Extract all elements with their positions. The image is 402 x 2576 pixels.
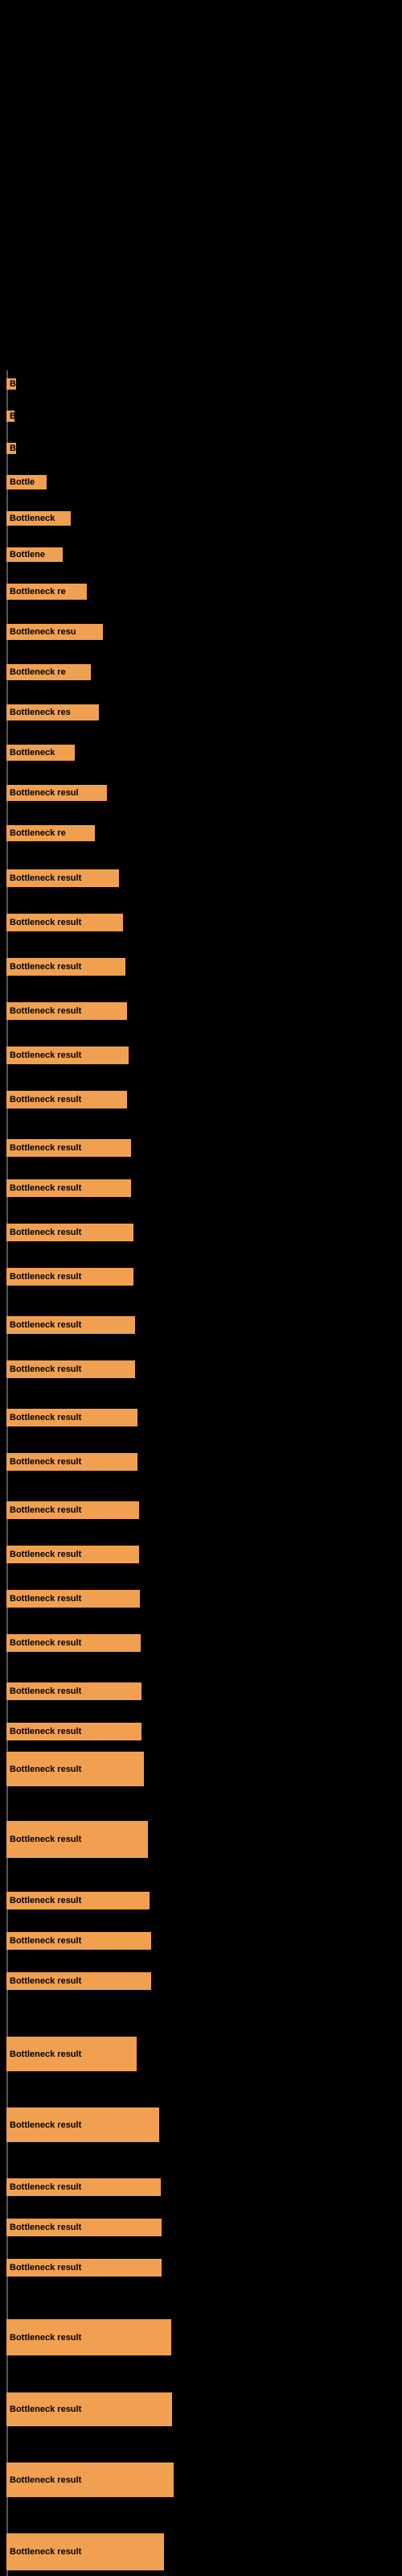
- bottleneck-result-bar: Bottleneck result: [6, 1932, 151, 1950]
- bottleneck-result-bar: Bottleneck result: [6, 1546, 139, 1563]
- bottleneck-result-bar: Bottlene: [6, 547, 63, 562]
- bottleneck-result-bar: Bottleneck result: [6, 1501, 139, 1519]
- bottleneck-result-bar: Bottleneck result: [6, 1972, 151, 1990]
- bottleneck-result-bar: Bottleneck res: [6, 704, 99, 720]
- bottleneck-result-bar: Bottleneck result: [6, 1409, 137, 1426]
- bottleneck-result-bar: Bottleneck result: [6, 1360, 135, 1378]
- bottleneck-result-bar: Bottleneck result: [6, 2392, 172, 2426]
- bottleneck-result-bar: Bottleneck re: [6, 584, 87, 600]
- bottleneck-result-bar: Bottleneck resu: [6, 624, 103, 640]
- bottleneck-result-bar: Bottleneck result: [6, 2259, 162, 2277]
- bottleneck-result-bar: Bottleneck result: [6, 958, 125, 976]
- bottleneck-result-bar: Bottleneck result: [6, 2533, 164, 2570]
- bottleneck-result-bar: B: [6, 411, 14, 422]
- bottleneck-result-bar: Bottleneck result: [6, 1892, 150, 1909]
- bottleneck-result-bar: Bottleneck re: [6, 664, 91, 680]
- bottleneck-result-bar: Bottleneck result: [6, 2178, 161, 2196]
- bottleneck-result-bar: Bottleneck result: [6, 1268, 133, 1286]
- bottleneck-result-bar: Bottleneck result: [6, 1821, 148, 1858]
- bottleneck-result-bar: Bottleneck result: [6, 1634, 141, 1652]
- bottleneck-result-bar: Bottleneck result: [6, 1002, 127, 1020]
- bottleneck-result-bar: Bottleneck result: [6, 2107, 159, 2142]
- bottleneck-result-bar: Bottleneck: [6, 511, 71, 526]
- bottleneck-result-bar: Bottleneck result: [6, 1682, 142, 1700]
- bottleneck-result-bar: B: [6, 378, 16, 390]
- vertical-axis-line: [6, 370, 8, 2576]
- bottleneck-result-bar: Bottleneck result: [6, 2037, 137, 2071]
- site-title: [0, 6, 402, 19]
- bottleneck-result-bar: Bottleneck result: [6, 1316, 135, 1334]
- bottleneck-result-bar: Bottleneck result: [6, 1590, 140, 1608]
- bottleneck-result-bar: Bottleneck result: [6, 1046, 129, 1064]
- bottleneck-result-bar: Bottle: [6, 475, 47, 489]
- bottleneck-result-bar: Bottleneck result: [6, 2219, 162, 2236]
- bottleneck-result-bar: Bottleneck result: [6, 1723, 142, 1740]
- bottleneck-result-bar: Bottleneck result: [6, 2319, 171, 2355]
- bottleneck-result-bar: Bottleneck resul: [6, 785, 107, 801]
- bottleneck-result-bar: B: [6, 443, 16, 454]
- bottleneck-result-bar: Bottleneck result: [6, 914, 123, 931]
- bottleneck-result-bar: Bottleneck: [6, 745, 75, 761]
- bottleneck-result-bar: Bottleneck result: [6, 1139, 131, 1157]
- bottleneck-result-bar: Bottleneck result: [6, 1091, 127, 1108]
- bottleneck-result-bar: Bottleneck result: [6, 1752, 144, 1786]
- bottleneck-result-bar: Bottleneck result: [6, 1179, 131, 1197]
- bottleneck-result-bar: Bottleneck re: [6, 825, 95, 841]
- bottleneck-result-bar: Bottleneck result: [6, 869, 119, 887]
- bottleneck-result-bar: Bottleneck result: [6, 2462, 174, 2497]
- bottleneck-result-bar: Bottleneck result: [6, 1224, 133, 1241]
- bottleneck-result-bar: Bottleneck result: [6, 1453, 137, 1471]
